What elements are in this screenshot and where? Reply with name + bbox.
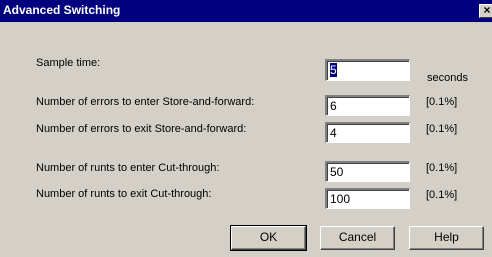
title-bar: Advanced Switching × — [0, 0, 492, 22]
errors-exit-sf-label: Number of errors to exit Store-and-forwa… — [36, 123, 247, 135]
sample-time-label: Sample time: — [36, 57, 101, 69]
ok-button[interactable]: OK — [230, 225, 307, 251]
sample-time-value: 5 — [330, 63, 337, 77]
runts-enter-ct-input[interactable]: 50 — [325, 161, 410, 182]
errors-enter-sf-unit: [0.1%] — [426, 96, 458, 108]
sample-time-input[interactable]: 5 — [325, 59, 410, 81]
sample-time-unit: seconds — [427, 72, 468, 84]
runts-exit-ct-label: Number of runts to exit Cut-through: — [36, 188, 212, 200]
errors-exit-sf-input[interactable]: 4 — [325, 122, 410, 143]
close-button[interactable]: × — [479, 4, 492, 18]
runts-exit-ct-value: 100 — [330, 192, 351, 206]
close-icon: × — [483, 3, 491, 17]
runts-enter-ct-value: 50 — [330, 165, 344, 179]
cancel-button[interactable]: Cancel — [320, 226, 395, 250]
errors-enter-sf-value: 6 — [330, 99, 337, 113]
runts-exit-ct-input[interactable]: 100 — [325, 188, 410, 209]
runts-exit-ct-unit: [0.1%] — [426, 189, 458, 201]
runts-enter-ct-unit: [0.1%] — [426, 162, 458, 174]
window-title: Advanced Switching — [3, 3, 121, 17]
dialog-body: Sample time: 5 seconds Number of errors … — [0, 22, 492, 257]
errors-exit-sf-value: 4 — [330, 126, 337, 140]
help-button[interactable]: Help — [409, 226, 484, 250]
errors-exit-sf-unit: [0.1%] — [426, 123, 458, 135]
errors-enter-sf-label: Number of errors to enter Store-and-forw… — [36, 96, 255, 108]
errors-enter-sf-input[interactable]: 6 — [325, 95, 410, 116]
runts-enter-ct-label: Number of runts to enter Cut-through: — [36, 162, 220, 174]
